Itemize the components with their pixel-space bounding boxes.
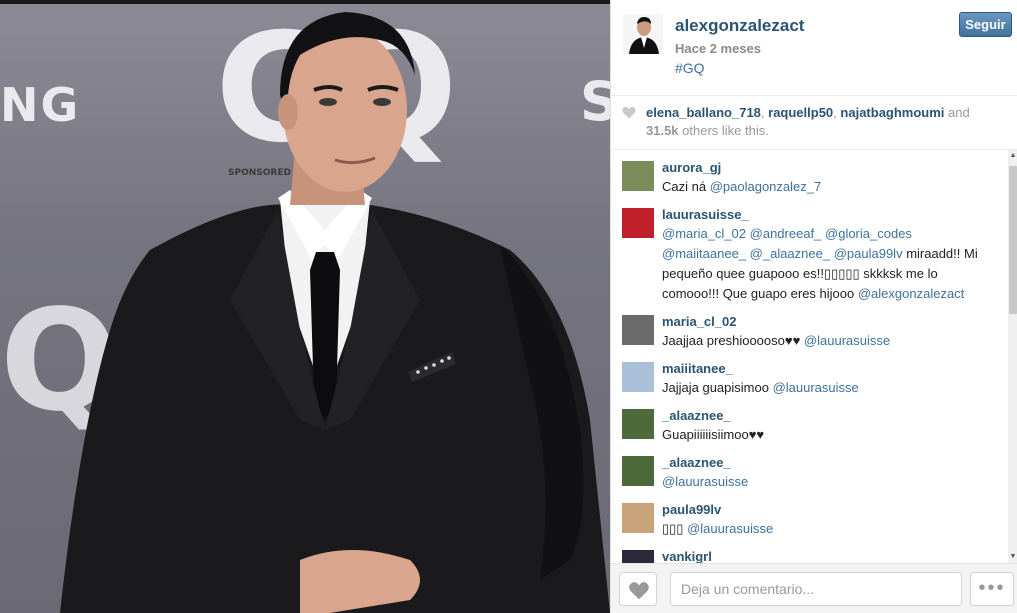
avatar[interactable] (622, 315, 654, 345)
mention-link[interactable]: @maiitaanee_ (662, 246, 746, 261)
comment-username[interactable]: maria_cl_02 (662, 313, 1008, 331)
comment-scrollbar[interactable]: ▲ ▼ (1008, 150, 1017, 563)
comment-input[interactable] (670, 572, 962, 606)
mention-link[interactable]: @gloria_codes (825, 226, 912, 241)
comment-item: vankigrl (611, 548, 1008, 563)
comment-username[interactable]: _alaaznee_ (662, 454, 1008, 472)
heart-icon (629, 582, 649, 600)
post-header: alexgonzalezact Hace 2 meses #GQ Seguir (611, 0, 1017, 95)
avatar[interactable] (622, 208, 654, 238)
mention-link[interactable]: @andreeaf_ (750, 226, 822, 241)
comment-item: aurora_gj Cazi ná @paolagonzalez_7 (611, 159, 1008, 197)
comment-username[interactable]: vankigrl (662, 548, 1008, 563)
mention-link[interactable]: @maria_cl_02 (662, 226, 746, 241)
comment-text-segment: Jajjaja guapisimoo (662, 380, 773, 395)
avatar[interactable] (622, 161, 654, 191)
liker-username[interactable]: raquellp50 (768, 105, 833, 120)
post-caption-hashtag[interactable]: #GQ (675, 60, 705, 76)
avatar[interactable] (622, 456, 654, 486)
person-illustration (60, 12, 610, 613)
comment-item: _alaaznee_ Guapiiiiiisiimoo♥♥ (611, 407, 1008, 445)
comment-username[interactable]: _alaaznee_ (662, 407, 1008, 425)
comment-text: ▯▯▯ @lauurasuisse (662, 519, 1008, 539)
comment-item: lauurasuisse_ @maria_cl_02 @andreeaf_ @gl… (611, 206, 1008, 304)
scroll-up-arrow[interactable]: ▲ (1009, 152, 1017, 160)
heart-icon (622, 106, 636, 119)
ellipsis-icon[interactable]: ••• (970, 572, 1014, 606)
comment-username[interactable]: aurora_gj (662, 159, 1008, 177)
scrollbar-thumb[interactable] (1009, 166, 1017, 314)
liker-username[interactable]: najatbaghmoumi (840, 105, 944, 120)
mention-link[interactable]: @lauurasuisse (662, 474, 748, 489)
comment-item: maria_cl_02 Jaajjaa preshiooooso♥♥ @lauur… (611, 313, 1008, 351)
avatar[interactable] (622, 503, 654, 533)
mention-link[interactable]: @lauurasuisse (804, 333, 890, 348)
mention-link[interactable]: @paolagonzalez_7 (710, 179, 822, 194)
scroll-down-arrow[interactable]: ▼ (1009, 553, 1017, 561)
comment-footer: ••• (611, 563, 1017, 613)
comment-text-segment: Guapiiiiiisiimoo♥♥ (662, 427, 765, 442)
comment-text: Cazi ná @paolagonzalez_7 (662, 177, 1008, 197)
post-username[interactable]: alexgonzalezact (675, 16, 804, 36)
avatar[interactable] (622, 550, 654, 563)
like-button[interactable] (619, 572, 657, 606)
mention-link[interactable]: @lauurasuisse (687, 521, 773, 536)
avatar[interactable] (622, 362, 654, 392)
likes-suffix: others like this. (678, 123, 769, 138)
comment-text: Guapiiiiiisiimoo♥♥ (662, 425, 1008, 445)
comment-text-segment: ▯▯▯ (662, 521, 688, 536)
comment-text-segment: Jaajjaa preshiooooso♥♥ (662, 333, 804, 348)
liker-username[interactable]: elena_ballano_718 (646, 105, 761, 120)
mention-link[interactable]: @lauurasuisse (773, 380, 859, 395)
mention-link[interactable]: @_alaaznee_ (750, 246, 830, 261)
comment-text: @lauurasuisse (662, 472, 1008, 492)
comment-username[interactable]: lauurasuisse_ (662, 206, 1008, 224)
mention-link[interactable]: @paula99lv (834, 246, 903, 261)
comment-item: maiiitanee_ Jajjaja guapisimoo @lauurasui… (611, 360, 1008, 398)
comment-text: Jajjaja guapisimoo @lauurasuisse (662, 378, 1008, 398)
comment-item: paula99lv ▯▯▯ @lauurasuisse (611, 501, 1008, 539)
likes-summary: elena_ballano_718, raquellp50, najatbagh… (611, 95, 1017, 150)
post-side-panel: alexgonzalezact Hace 2 meses #GQ Seguir … (610, 0, 1017, 613)
comment-username[interactable]: paula99lv (662, 501, 1008, 519)
comment-text: Jaajjaa preshiooooso♥♥ @lauurasuisse (662, 331, 1008, 351)
comment-text-segment: Cazi ná (662, 179, 710, 194)
comment-item: _alaaznee_ @lauurasuisse (611, 454, 1008, 492)
comment-text: @maria_cl_02 @andreeaf_ @gloria_codes @m… (662, 224, 1008, 304)
likes-and: and (944, 105, 970, 120)
post-photo[interactable]: NG GQ S Q SPONSORED BY (0, 0, 610, 613)
comment-list[interactable]: aurora_gj Cazi ná @paolagonzalez_7 lauuras… (611, 150, 1008, 563)
avatar[interactable] (623, 14, 663, 54)
mention-link[interactable]: @alexgonzalezact (858, 286, 964, 301)
avatar[interactable] (622, 409, 654, 439)
comment-username[interactable]: maiiitanee_ (662, 360, 1008, 378)
post-timestamp: Hace 2 meses (675, 41, 762, 56)
likes-count[interactable]: 31.5k (646, 123, 679, 138)
follow-button[interactable]: Seguir (959, 12, 1012, 37)
